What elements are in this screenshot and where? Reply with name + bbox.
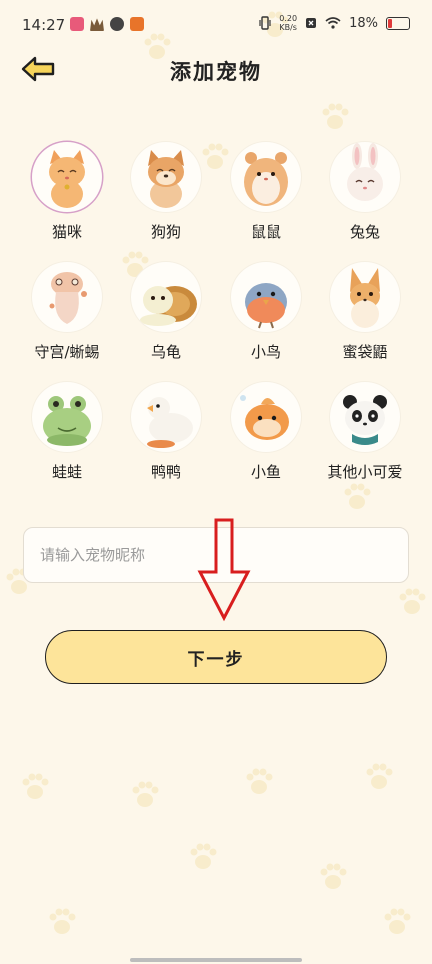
paw-print-icon [344, 483, 371, 509]
pet-avatar [131, 262, 201, 332]
pet-option-dog[interactable]: 狗狗 [116, 142, 216, 242]
wifi-icon [325, 17, 341, 29]
battery-level-fill [388, 18, 392, 28]
paw-print-icon [132, 781, 159, 807]
pet-option-bird[interactable]: 小鸟 [216, 262, 316, 362]
pet-label: 守宫/蜥蜴 [34, 343, 100, 361]
pet-label: 蛙蛙 [51, 463, 82, 481]
status-bar: 14:27 0.20 KB/s 18% [0, 0, 432, 50]
rabbit-avatar-icon [347, 143, 383, 201]
pet-option-frog[interactable]: 蛙蛙 [17, 382, 117, 482]
paw-print-icon [320, 863, 347, 889]
pet-label: 乌龟 [150, 343, 181, 361]
cat-avatar-icon [49, 150, 85, 208]
annotation-down-arrow-icon [197, 518, 251, 622]
bird-avatar-icon [245, 283, 287, 329]
turtle-avatar-icon [140, 286, 197, 326]
battery-icon [386, 16, 410, 30]
pet-label: 小鱼 [250, 463, 281, 481]
page-title: 添加宠物 [170, 60, 262, 84]
paw-print-icon [49, 908, 76, 934]
vibrate-icon [259, 16, 271, 30]
pet-option-cat[interactable]: 猫咪 [17, 142, 117, 242]
pet-option-duck[interactable]: 鸭鸭 [116, 382, 216, 482]
pet-avatar [231, 142, 301, 212]
pet-avatar [231, 262, 301, 332]
pet-avatar [330, 382, 400, 452]
pet-label: 鸭鸭 [150, 463, 181, 481]
pet-option-fish[interactable]: 小鱼 [216, 382, 316, 482]
pet-avatar [32, 382, 102, 452]
pet-option-gecko[interactable]: 守宫/蜥蜴 [17, 262, 117, 362]
pet-avatar [131, 382, 201, 452]
pet-label: 小鸟 [250, 343, 281, 361]
fish-avatar-icon [240, 395, 289, 440]
pet-avatar [231, 382, 301, 452]
pet-avatar [131, 142, 201, 212]
pet-option-rabbit[interactable]: 兔兔 [315, 142, 415, 242]
gecko-avatar-icon [49, 272, 87, 324]
network-speed: 0.20 KB/s [279, 14, 298, 32]
pet-label: 蜜袋鼯 [342, 343, 388, 361]
pet-label: 其他小可爱 [327, 463, 403, 481]
paw-print-icon [384, 908, 411, 934]
paw-print-icon [399, 588, 426, 614]
status-time: 14:27 [22, 16, 66, 34]
pet-avatar [32, 142, 102, 212]
paw-print-icon [246, 768, 273, 794]
next-step-button[interactable]: 下一步 [45, 630, 387, 684]
sugar-glider-avatar-icon [350, 268, 380, 328]
hamster-avatar-icon [244, 152, 288, 206]
notification-icons [70, 17, 144, 31]
paw-print-icon [366, 763, 393, 789]
next-step-label: 下一步 [187, 649, 245, 670]
pet-label: 鼠鼠 [250, 223, 281, 241]
page-header: 添加宠物 [0, 52, 432, 92]
battery-percent: 18% [349, 15, 378, 31]
paw-print-icon [22, 773, 49, 799]
dog-avatar-icon [148, 150, 184, 208]
duck-avatar-icon [147, 397, 193, 448]
pet-label: 兔兔 [349, 223, 380, 241]
frog-avatar-icon [43, 396, 91, 446]
notification-app-icon [130, 17, 144, 31]
pet-option-turtle[interactable]: 乌龟 [116, 262, 216, 362]
status-right: 0.20 KB/s 18% [259, 14, 410, 32]
notification-app-icon [110, 17, 124, 31]
no-sim-icon [306, 18, 317, 28]
paw-print-icon [190, 843, 217, 869]
crown-icon [90, 18, 104, 31]
home-indicator [130, 958, 302, 962]
notification-app-icon [70, 17, 84, 31]
pet-option-sugar-glider[interactable]: 蜜袋鼯 [315, 262, 415, 362]
pet-avatar [32, 262, 102, 332]
pet-avatar [330, 142, 400, 212]
panda-avatar-icon [343, 395, 387, 445]
paw-print-icon [322, 103, 349, 129]
pet-option-hamster[interactable]: 鼠鼠 [216, 142, 316, 242]
pet-avatar [330, 262, 400, 332]
pet-label: 狗狗 [150, 223, 181, 241]
pet-option-other[interactable]: 其他小可爱 [315, 382, 415, 482]
pet-label: 猫咪 [51, 223, 82, 241]
